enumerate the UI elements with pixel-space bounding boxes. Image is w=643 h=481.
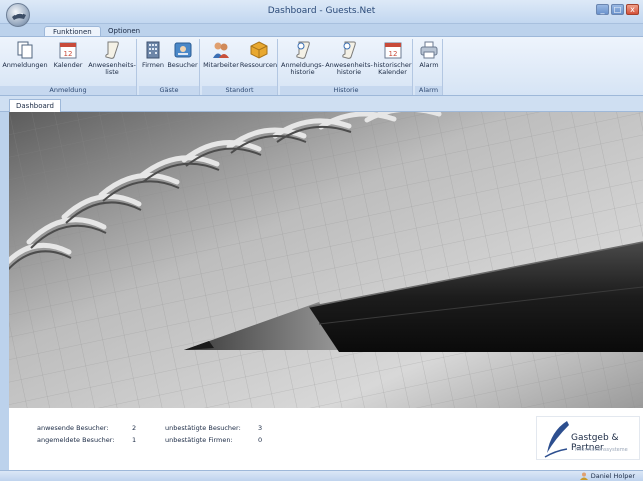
minimize-button[interactable]: _ bbox=[596, 4, 609, 15]
angemeldete-besucher-value: 1 bbox=[132, 436, 137, 444]
alarm-button[interactable]: Alarm bbox=[417, 40, 441, 69]
history-scroll-icon bbox=[339, 40, 359, 60]
application-menu-button[interactable] bbox=[6, 3, 30, 27]
calendar-icon: 12 bbox=[383, 40, 403, 60]
document-tab-bar: Dashboard bbox=[0, 96, 643, 112]
svg-text:12: 12 bbox=[388, 50, 397, 58]
employees-icon bbox=[211, 40, 231, 60]
scroll-icon bbox=[102, 40, 122, 60]
title-bar: Dashboard - Guests.Net _ □ x bbox=[0, 0, 643, 24]
printer-icon bbox=[419, 40, 439, 60]
dashboard-picture bbox=[9, 112, 643, 408]
ribbon: Anmeldungen 12 Kalender Anwesenheits- li… bbox=[0, 36, 643, 96]
documents-icon bbox=[15, 40, 35, 60]
user-icon bbox=[579, 472, 588, 480]
besucher-button[interactable]: Besucher bbox=[167, 40, 198, 69]
group-label-historie: Historie bbox=[280, 86, 412, 95]
app-logo-icon bbox=[12, 12, 26, 20]
history-scroll-icon bbox=[293, 40, 313, 60]
building-icon bbox=[143, 40, 163, 60]
group-label-gaeste: Gäste bbox=[139, 86, 199, 95]
kalender-button[interactable]: 12 Kalender bbox=[50, 40, 86, 69]
group-historie: Anmeldungs- historie Anwesenheits- histo… bbox=[280, 39, 413, 95]
company-logo: Gastgeb & Partner Informationssysteme bbox=[536, 416, 640, 460]
angemeldete-besucher-label: angemeldete Besucher: bbox=[37, 436, 115, 444]
group-label-anmeldung: Anmeldung bbox=[0, 86, 136, 95]
group-standort: Mitarbeiter Ressourcen Standort bbox=[202, 39, 278, 95]
visitor-card-icon bbox=[173, 40, 193, 60]
window-controls: _ □ x bbox=[596, 4, 639, 15]
logo-tagline: Informationssysteme bbox=[575, 447, 628, 453]
stats-panel: anwesende Besucher: 2 angemeldete Besuch… bbox=[9, 408, 643, 470]
anwesende-besucher-value: 2 bbox=[132, 424, 137, 432]
notebook-pencil-image bbox=[9, 112, 643, 408]
unbestaetigte-firmen-label: unbestätigte Firmen: bbox=[165, 436, 233, 444]
anwesenheitshistorie-button[interactable]: Anwesenheits- historie bbox=[325, 40, 373, 76]
unbestaetigte-besucher-value: 3 bbox=[258, 424, 263, 432]
ribbon-tab-row: Funktionen Optionen bbox=[0, 24, 643, 38]
anmeldungshistorie-button[interactable]: Anmeldungs- historie bbox=[281, 40, 324, 76]
historischer-kalender-button[interactable]: 12 historischer Kalender bbox=[373, 40, 412, 76]
firmen-button[interactable]: Firmen bbox=[141, 40, 165, 69]
unbestaetigte-firmen-value: 0 bbox=[258, 436, 263, 444]
group-label-alarm: Alarm bbox=[415, 86, 442, 95]
maximize-button[interactable]: □ bbox=[611, 4, 624, 15]
tab-dashboard[interactable]: Dashboard bbox=[9, 99, 61, 112]
group-gaeste: Firmen Besucher Gäste bbox=[139, 39, 200, 95]
svg-text:12: 12 bbox=[64, 50, 73, 58]
group-alarm: Alarm Alarm bbox=[415, 39, 443, 95]
current-user-name: Daniel Holper bbox=[590, 472, 635, 480]
anmeldungen-button[interactable]: Anmeldungen bbox=[2, 40, 48, 69]
status-bar: Daniel Holper bbox=[0, 470, 643, 481]
window-title: Dashboard - Guests.Net bbox=[267, 6, 376, 16]
anwesenheitsliste-button[interactable]: Anwesenheits- liste bbox=[88, 40, 136, 76]
group-anmeldung: Anmeldungen 12 Kalender Anwesenheits- li… bbox=[0, 39, 137, 95]
ressourcen-button[interactable]: Ressourcen bbox=[240, 40, 277, 69]
mitarbeiter-button[interactable]: Mitarbeiter bbox=[203, 40, 239, 69]
group-label-standort: Standort bbox=[202, 86, 277, 95]
box-icon bbox=[249, 40, 269, 60]
calendar-icon: 12 bbox=[58, 40, 78, 60]
unbestaetigte-besucher-label: unbestätigte Besucher: bbox=[165, 424, 241, 432]
anwesende-besucher-label: anwesende Besucher: bbox=[37, 424, 109, 432]
current-user[interactable]: Daniel Holper bbox=[579, 472, 635, 480]
quill-logo-icon bbox=[544, 421, 569, 458]
close-button[interactable]: x bbox=[626, 4, 639, 15]
